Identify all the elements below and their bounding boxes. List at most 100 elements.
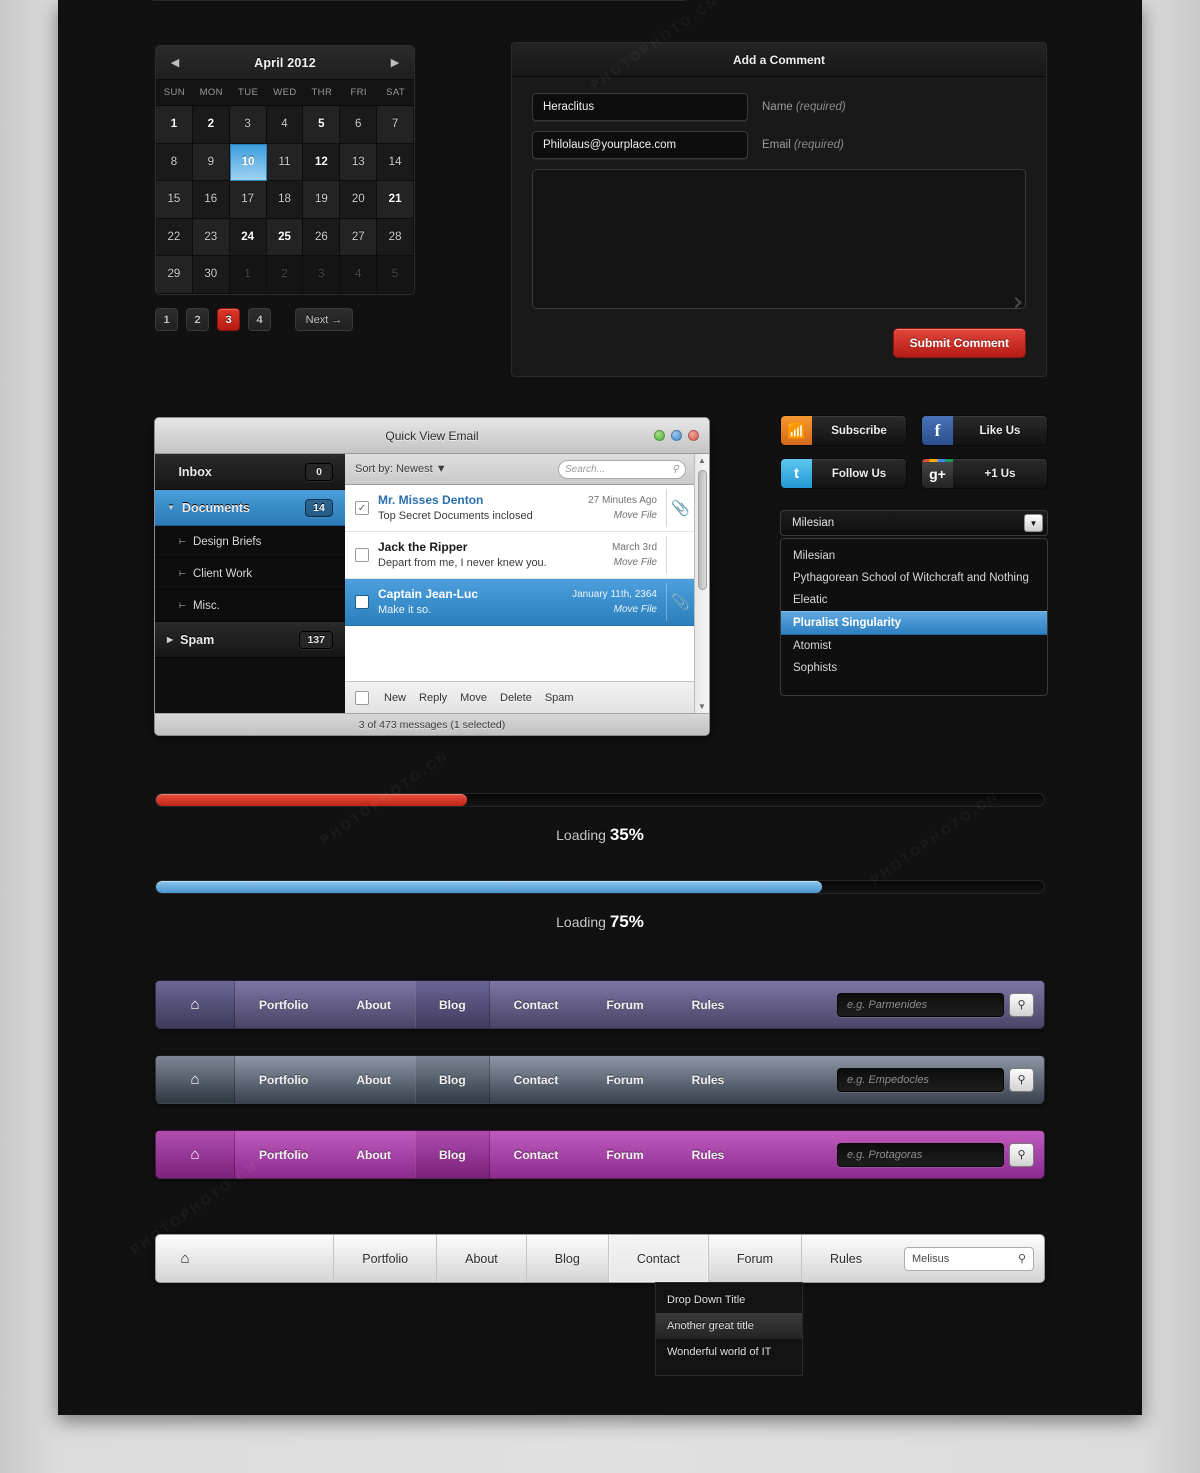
pagination-page-4[interactable]: 4 bbox=[248, 308, 271, 331]
email-row-checkbox[interactable]: ✓ bbox=[355, 501, 369, 515]
scroll-down-icon[interactable]: ▼ bbox=[698, 702, 706, 711]
nav-item-portfolio[interactable]: Portfolio bbox=[235, 981, 332, 1028]
calendar-day-cell[interactable]: 13 bbox=[340, 143, 378, 181]
email-tool-new[interactable]: New bbox=[384, 692, 406, 704]
social-button-like-us[interactable]: f Like Us bbox=[921, 415, 1048, 446]
dropdown-menu-item[interactable]: Wonderful world of IT bbox=[656, 1339, 802, 1365]
nav-item-blog[interactable]: Blog bbox=[414, 1131, 490, 1178]
calendar-day-cell[interactable]: 4 bbox=[340, 256, 378, 294]
email-folder-client-work[interactable]: ⊢ Client Work bbox=[155, 558, 345, 590]
email-folder-inbox[interactable]: Inbox 0 bbox=[155, 454, 345, 490]
calendar-day-cell[interactable]: 3 bbox=[303, 256, 341, 294]
search-icon[interactable]: ⚲ bbox=[1009, 1142, 1034, 1167]
nav-search-input[interactable]: e.g. Parmenides bbox=[837, 992, 1004, 1017]
calendar-day-cell[interactable]: 23 bbox=[192, 218, 230, 256]
nav-item-about[interactable]: About bbox=[436, 1235, 526, 1282]
calendar-day-cell[interactable]: 18 bbox=[266, 181, 304, 219]
calendar-day-cell[interactable]: 22 bbox=[156, 218, 193, 256]
select-option[interactable]: Pythagorean School of Witchcraft and Not… bbox=[781, 567, 1047, 589]
calendar-day-cell[interactable]: 10 bbox=[229, 143, 267, 181]
calendar-day-cell[interactable]: 12 bbox=[303, 143, 341, 181]
dropdown-menu-item[interactable]: Drop Down Title bbox=[656, 1287, 802, 1313]
pagination-next-button[interactable]: Next → bbox=[295, 308, 353, 331]
calendar-day-cell[interactable]: 5 bbox=[377, 256, 414, 294]
nav-item-forum[interactable]: Forum bbox=[582, 981, 667, 1028]
email-folder-spam[interactable]: ▶ Spam 137 bbox=[155, 622, 345, 658]
social-button-follow-us[interactable]: t Follow Us bbox=[780, 458, 907, 489]
calendar-day-cell[interactable]: 27 bbox=[340, 218, 378, 256]
dropdown-menu-item[interactable]: Another great title bbox=[656, 1313, 802, 1339]
email-tool-delete[interactable]: Delete bbox=[500, 692, 532, 704]
calendar-day-cell[interactable]: 29 bbox=[156, 256, 193, 294]
email-move-file-link[interactable]: Move File bbox=[588, 508, 657, 523]
nav-item-about[interactable]: About bbox=[332, 1131, 415, 1178]
select-option[interactable]: Eleatic bbox=[781, 589, 1047, 611]
nav-item-blog[interactable]: Blog bbox=[414, 981, 490, 1028]
calendar-day-cell[interactable]: 20 bbox=[340, 181, 378, 219]
pagination-page-3[interactable]: 3 bbox=[217, 308, 240, 331]
email-tool-spam[interactable]: Spam bbox=[545, 692, 574, 704]
nav-item-rules[interactable]: Rules bbox=[668, 981, 749, 1028]
calendar-day-cell[interactable]: 4 bbox=[266, 106, 304, 144]
chevron-down-icon[interactable]: ▼ bbox=[1024, 514, 1043, 532]
nav-item-forum[interactable]: Forum bbox=[707, 1235, 801, 1282]
nav-item-contact[interactable]: Contact bbox=[490, 1131, 583, 1178]
calendar-day-cell[interactable]: 28 bbox=[377, 218, 414, 256]
search-icon[interactable]: ⚲ bbox=[1018, 1252, 1026, 1265]
email-scrollbar[interactable]: ▲ ▼ bbox=[694, 454, 709, 713]
blue-button-icon[interactable] bbox=[671, 430, 682, 441]
calendar-day-cell[interactable]: 8 bbox=[156, 143, 193, 181]
pagination-page-1[interactable]: 1 bbox=[155, 308, 178, 331]
calendar-day-cell[interactable]: 24 bbox=[229, 218, 267, 256]
nav-search-input[interactable]: Melisus ⚲ bbox=[904, 1246, 1034, 1271]
nav-item-blog[interactable]: Blog bbox=[525, 1235, 608, 1282]
calendar-day-cell[interactable]: 3 bbox=[229, 106, 267, 144]
social-button-1-us[interactable]: g+ +1 Us bbox=[921, 458, 1048, 489]
sort-by-dropdown[interactable]: Sort by: Newest ▼ bbox=[355, 463, 447, 475]
nav-item-rules[interactable]: Rules bbox=[668, 1056, 749, 1103]
nav-item-contact[interactable]: Contact bbox=[490, 1056, 583, 1103]
scrollbar-thumb[interactable] bbox=[698, 470, 707, 590]
nav-item-about[interactable]: About bbox=[332, 981, 415, 1028]
nav-item-blog[interactable]: Blog bbox=[414, 1056, 490, 1103]
nav-search-input[interactable]: e.g. Empedocles bbox=[837, 1067, 1004, 1092]
home-icon[interactable]: ⌂ bbox=[156, 1131, 235, 1178]
message-textarea[interactable] bbox=[532, 169, 1026, 309]
scroll-up-icon[interactable]: ▲ bbox=[698, 456, 706, 465]
calendar-day-cell[interactable]: 16 bbox=[192, 181, 230, 219]
email-message-row[interactable]: Captain Jean-Luc Make it so. January 11th,… bbox=[345, 579, 694, 626]
calendar-day-cell[interactable]: 5 bbox=[303, 106, 341, 144]
calendar-day-cell[interactable]: 30 bbox=[192, 256, 230, 294]
calendar-day-cell[interactable]: 15 bbox=[156, 181, 193, 219]
calendar-day-cell[interactable]: 1 bbox=[156, 106, 193, 144]
select-all-checkbox[interactable] bbox=[355, 690, 369, 705]
nav-item-forum[interactable]: Forum bbox=[582, 1131, 667, 1178]
nav-search-input[interactable]: e.g. Protagoras bbox=[837, 1142, 1004, 1167]
nav-item-contact[interactable]: Contact bbox=[490, 981, 583, 1028]
select-box[interactable]: Milesian ▼ bbox=[780, 510, 1048, 536]
email-move-file-link[interactable]: Move File bbox=[572, 602, 657, 617]
calendar-day-cell[interactable]: 2 bbox=[266, 256, 304, 294]
calendar-day-cell[interactable]: 26 bbox=[303, 218, 341, 256]
email-tool-reply[interactable]: Reply bbox=[419, 692, 447, 704]
select-option[interactable]: Milesian bbox=[781, 545, 1047, 567]
calendar-day-cell[interactable]: 7 bbox=[377, 106, 414, 144]
calendar-day-cell[interactable]: 19 bbox=[303, 181, 341, 219]
email-message-row[interactable]: ✓ Mr. Misses Denton Top Secret Documents i… bbox=[345, 485, 694, 532]
select-option[interactable]: Sophists bbox=[781, 657, 1047, 679]
search-icon[interactable]: ⚲ bbox=[1009, 992, 1034, 1017]
calendar-day-cell[interactable]: 9 bbox=[192, 143, 230, 181]
home-icon[interactable]: ⌂ bbox=[156, 1235, 214, 1282]
nav-item-forum[interactable]: Forum bbox=[582, 1056, 667, 1103]
email-row-checkbox[interactable] bbox=[355, 548, 369, 562]
select-option[interactable]: Pluralist Singularity bbox=[781, 611, 1047, 635]
email-folder-documents[interactable]: ▼ Documents 14 bbox=[155, 490, 345, 526]
nav-item-portfolio[interactable]: Portfolio bbox=[235, 1056, 332, 1103]
green-button-icon[interactable] bbox=[654, 430, 665, 441]
nav-item-rules[interactable]: Rules bbox=[668, 1131, 749, 1178]
calendar-day-cell[interactable]: 11 bbox=[266, 143, 304, 181]
calendar-day-cell[interactable]: 2 bbox=[192, 106, 230, 144]
email-row-checkbox[interactable] bbox=[355, 595, 369, 609]
red-button-icon[interactable] bbox=[688, 430, 699, 441]
email-folder-design-briefs[interactable]: ⊢ Design Briefs bbox=[155, 526, 345, 558]
